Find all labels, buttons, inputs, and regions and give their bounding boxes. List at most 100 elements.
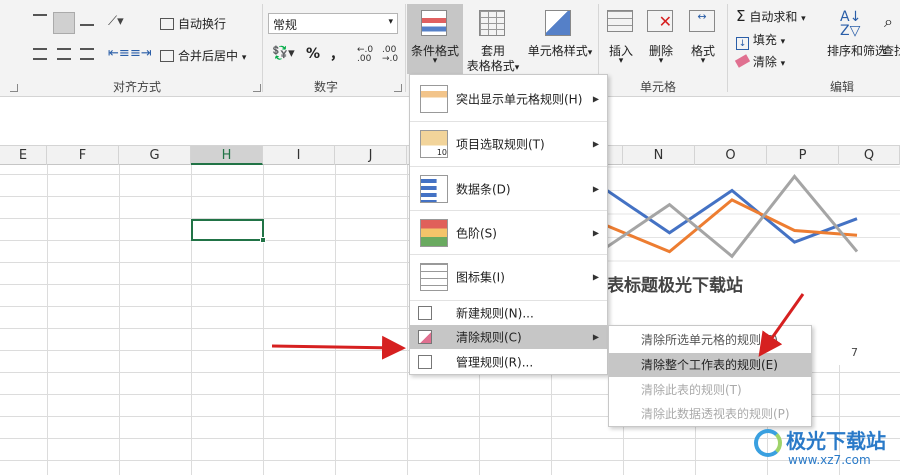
submenu-arrow-icon: ▶	[592, 184, 599, 193]
group-label-alignment: 对齐方式	[113, 80, 162, 94]
highlight-rules-icon	[420, 85, 448, 113]
divider	[727, 4, 728, 92]
column-header[interactable]: Q	[839, 146, 900, 165]
chevron-down-icon: ▾	[780, 59, 786, 69]
column-header[interactable]: E	[0, 146, 47, 165]
menu-item-clear-rules[interactable]: 清除规则(C) ▶	[410, 325, 607, 349]
dialog-launcher-icon[interactable]	[10, 84, 18, 92]
currency-icon[interactable]: 💱▾	[272, 46, 295, 61]
menu-item-top-bottom-rules[interactable]: 10 项目选取规则(T) ▶	[410, 121, 607, 165]
delete-button[interactable]: ✕ 删除 ▾	[641, 4, 681, 74]
conditional-format-button[interactable]: 条件格式 ▾	[407, 4, 463, 74]
fill-handle[interactable]	[260, 237, 266, 243]
fill-button[interactable]: ↓ 填充 ▾	[736, 32, 785, 50]
align-left-icon[interactable]	[33, 48, 47, 60]
chevron-down-icon: ▾	[618, 56, 624, 66]
wrap-text-icon	[160, 18, 174, 30]
submenu-arrow-icon: ▶	[592, 228, 599, 237]
increase-decimal-button[interactable]: ←.0.00	[357, 46, 373, 64]
chevron-down-icon: ▾	[388, 17, 393, 27]
chevron-down-icon: ▾	[432, 56, 438, 66]
icon-sets-icon	[420, 262, 448, 291]
format-icon: ↔	[689, 10, 715, 32]
format-button[interactable]: ↔ 格式 ▾	[683, 4, 723, 74]
conditional-format-icon	[421, 10, 447, 36]
cell-style-icon	[545, 10, 571, 36]
menu-item-color-scales[interactable]: 色阶(S) ▶	[410, 210, 607, 254]
divider	[262, 4, 263, 92]
table-format-icon	[479, 10, 505, 36]
submenu-item-clear-sheet[interactable]: 清除整个工作表的规则(E)	[609, 353, 811, 377]
color-scales-icon	[420, 218, 448, 247]
column-header[interactable]: J	[335, 146, 407, 165]
watermark: 极光下载站 www.xz7.com	[748, 421, 900, 475]
fill-down-icon: ↓	[736, 37, 749, 50]
merge-icon	[160, 50, 174, 62]
merge-center-button[interactable]: 合并后居中 ▾	[160, 48, 246, 66]
chevron-down-icon: ▾	[780, 37, 786, 47]
eraser-icon	[734, 54, 751, 68]
number-format-select[interactable]: 常规 ▾	[268, 13, 398, 34]
search-icon: ⌕	[884, 12, 893, 31]
new-rule-icon	[418, 305, 432, 320]
chevron-down-icon: ▾	[700, 56, 706, 66]
divider	[405, 4, 406, 92]
chart-title: 表标题极光下载站	[607, 276, 743, 296]
align-top-icon[interactable]	[33, 14, 47, 26]
insert-icon	[607, 10, 633, 32]
x-tick-label: 7	[851, 346, 858, 359]
clear-rules-icon	[418, 330, 432, 344]
delete-icon: ✕	[647, 10, 673, 32]
increase-indent-icon[interactable]: ≡⇥	[130, 46, 152, 61]
menu-item-data-bars[interactable]: 数据条(D) ▶	[410, 166, 607, 210]
sort-filter-icon: A↓ Z▽	[840, 9, 862, 39]
insert-button[interactable]: 插入 ▾	[601, 4, 641, 74]
manage-rules-icon	[418, 355, 432, 369]
decrease-decimal-button[interactable]: .00 →.0	[382, 46, 398, 64]
align-middle-icon[interactable]	[53, 12, 75, 34]
column-header[interactable]: I	[263, 146, 335, 165]
group-label-editing: 编辑	[830, 80, 855, 94]
menu-item-manage-rules[interactable]: 管理规则(R)...	[410, 350, 607, 374]
percent-button[interactable]: %	[306, 46, 320, 62]
chevron-down-icon: ▾	[241, 53, 247, 63]
align-bottom-icon[interactable]	[80, 14, 94, 26]
cell-style-button[interactable]: 单元格样式▾	[525, 4, 595, 74]
data-bars-icon	[420, 174, 448, 203]
dialog-launcher-icon[interactable]	[253, 84, 261, 92]
table-format-button[interactable]: 套用 表格格式▾	[465, 4, 521, 74]
submenu-arrow-icon: ▶	[592, 272, 599, 281]
comma-button[interactable]: ，	[330, 44, 344, 64]
align-center-icon[interactable]	[57, 48, 71, 60]
chevron-down-icon: ▾	[587, 48, 593, 58]
dialog-launcher-icon[interactable]	[394, 84, 402, 92]
column-header[interactable]: G	[119, 146, 191, 165]
submenu-item-clear-table: 清除此表的规则(T)	[641, 383, 742, 397]
menu-item-icon-sets[interactable]: 图标集(I) ▶	[410, 254, 607, 298]
menu-item-highlight-rules[interactable]: 突出显示单元格规则(H) ▶	[410, 77, 607, 121]
active-cell[interactable]	[191, 219, 266, 243]
column-header[interactable]: H	[191, 146, 263, 165]
group-label-cells: 单元格	[640, 80, 677, 94]
align-right-icon[interactable]	[80, 48, 94, 60]
group-label-number: 数字	[314, 80, 339, 94]
clear-rules-submenu: 清除所选单元格的规则(S) 清除整个工作表的规则(E) 清除此表的规则(T) 清…	[608, 325, 812, 427]
clear-button[interactable]: 清除 ▾	[734, 54, 786, 72]
text-orientation-icon[interactable]: ⟋▾	[108, 14, 124, 29]
sigma-icon: Σ	[736, 7, 746, 25]
chevron-down-icon: ▾	[801, 14, 806, 24]
autosum-button[interactable]: Σ 自动求和 ▾	[736, 8, 806, 27]
column-header[interactable]: O	[695, 146, 767, 165]
column-header[interactable]: F	[47, 146, 119, 165]
submenu-item-clear-selected[interactable]: 清除所选单元格的规则(S)	[609, 328, 811, 352]
wrap-text-button[interactable]: 自动换行	[160, 16, 226, 32]
find-select-button[interactable]: ⌕ 查找和	[880, 4, 900, 74]
submenu-arrow-icon: ▶	[592, 94, 599, 104]
decrease-indent-icon[interactable]: ⇤≡	[108, 46, 130, 61]
menu-item-new-rule[interactable]: 新建规则(N)...	[410, 300, 607, 324]
column-header[interactable]: N	[623, 146, 695, 165]
submenu-arrow-icon: ▶	[592, 139, 599, 148]
column-header[interactable]: P	[767, 146, 839, 165]
conditional-format-menu: 突出显示单元格规则(H) ▶ 10 项目选取规则(T) ▶ 数据条(D) ▶ 色…	[409, 74, 608, 375]
top-bottom-rules-icon: 10	[420, 129, 448, 158]
